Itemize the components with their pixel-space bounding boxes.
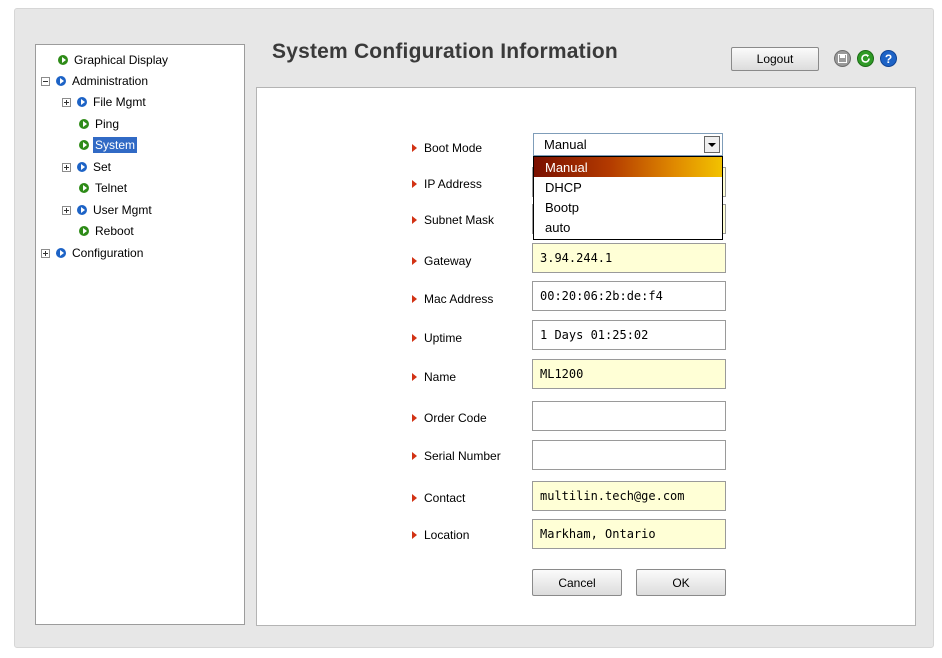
mac-address-field — [532, 281, 726, 311]
logout-button[interactable]: Logout — [731, 47, 819, 71]
tree-item-reboot[interactable]: Reboot — [79, 222, 136, 240]
node-green-icon — [79, 226, 89, 236]
expand-icon[interactable] — [62, 205, 71, 215]
order-code-field — [532, 401, 726, 431]
save-icon[interactable] — [834, 50, 851, 67]
tree-item-label: Configuration — [72, 246, 144, 260]
tree-item-graphical-display[interactable]: Graphical Display — [58, 51, 170, 69]
contact-label: Contact — [412, 490, 465, 506]
expand-icon[interactable] — [62, 162, 71, 172]
tree-item-label-selected: System — [93, 137, 138, 153]
boot-mode-selected-value: Manual — [544, 137, 587, 152]
name-field[interactable] — [532, 359, 726, 389]
uptime-field — [532, 320, 726, 350]
tree-item-label: Set — [93, 160, 112, 174]
serial-number-field — [532, 440, 726, 470]
node-blue-icon — [56, 76, 66, 86]
tree-item-label: Graphical Display — [74, 53, 169, 67]
dropdown-option-bootp[interactable]: Bootp — [534, 197, 722, 217]
node-green-icon — [79, 140, 89, 150]
location-field[interactable] — [532, 519, 726, 549]
node-green-icon — [79, 183, 89, 193]
location-label: Location — [412, 527, 469, 543]
boot-mode-dropdown: Manual DHCP Bootp auto — [533, 156, 723, 240]
tree-item-file-mgmt[interactable]: File Mgmt — [62, 93, 148, 111]
tree-item-label: Telnet — [95, 181, 128, 195]
tree-item-system[interactable]: System — [79, 136, 138, 154]
save-glyph — [838, 54, 847, 63]
tree-item-administration[interactable]: Administration — [41, 72, 150, 90]
node-blue-icon — [77, 205, 87, 215]
dropdown-option-auto[interactable]: auto — [534, 217, 722, 237]
node-green-icon — [79, 119, 89, 129]
tree-item-label: User Mgmt — [93, 203, 152, 217]
refresh-glyph — [861, 54, 870, 63]
tree-item-label: Ping — [95, 117, 120, 131]
tree-item-configuration[interactable]: Configuration — [41, 244, 145, 262]
tree-item-label: File Mgmt — [93, 95, 146, 109]
gateway-label: Gateway — [412, 253, 471, 269]
node-blue-icon — [56, 248, 66, 258]
cancel-button[interactable]: Cancel — [532, 569, 622, 596]
refresh-icon[interactable] — [857, 50, 874, 67]
mac-address-label: Mac Address — [412, 291, 493, 307]
tree-item-ping[interactable]: Ping — [79, 115, 121, 133]
node-blue-icon — [77, 162, 87, 172]
expand-icon[interactable] — [62, 97, 71, 107]
tree-item-telnet[interactable]: Telnet — [79, 179, 129, 197]
tree-item-set[interactable]: Set — [62, 158, 113, 176]
chevron-down-icon[interactable] — [704, 136, 720, 153]
dropdown-option-dhcp[interactable]: DHCP — [534, 177, 722, 197]
node-blue-icon — [77, 97, 87, 107]
navigation-tree: Graphical Display Administration File Mg… — [35, 44, 245, 625]
node-green-icon — [58, 55, 68, 65]
gateway-field[interactable] — [532, 243, 726, 273]
serial-number-label: Serial Number — [412, 448, 501, 464]
ok-button[interactable]: OK — [636, 569, 726, 596]
subnet-mask-label: Subnet Mask — [412, 212, 494, 228]
uptime-label: Uptime — [412, 330, 462, 346]
help-icon[interactable]: ? — [880, 50, 897, 67]
dropdown-option-manual[interactable]: Manual — [534, 157, 722, 177]
boot-mode-select[interactable]: Manual — [533, 133, 723, 156]
tree-item-label: Administration — [72, 74, 149, 88]
tree-item-label: Reboot — [95, 224, 134, 238]
name-label: Name — [412, 369, 456, 385]
contact-field[interactable] — [532, 481, 726, 511]
order-code-label: Order Code — [412, 410, 487, 426]
expand-icon[interactable] — [41, 248, 50, 258]
page-title: System Configuration Information — [272, 40, 618, 63]
tree-item-user-mgmt[interactable]: User Mgmt — [62, 201, 154, 219]
boot-mode-label: Boot Mode — [412, 140, 482, 156]
ip-address-label: IP Address — [412, 176, 482, 192]
collapse-icon[interactable] — [41, 76, 50, 86]
